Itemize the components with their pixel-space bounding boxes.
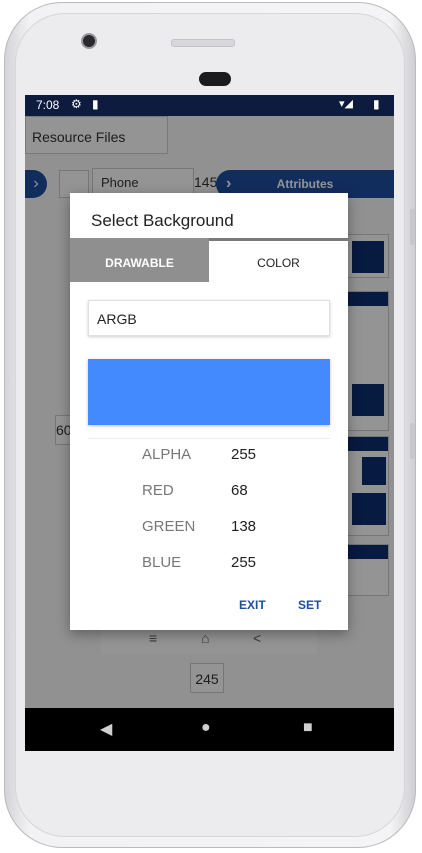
top-speaker xyxy=(171,39,235,47)
power-button[interactable] xyxy=(410,209,415,245)
status-time: 7:08 xyxy=(36,98,60,112)
volume-button[interactable] xyxy=(410,423,415,459)
green-label: GREEN xyxy=(142,518,196,535)
system-nav-bar: ◀ ● ■ xyxy=(25,708,394,751)
select-background-dialog: Select Background DRAWABLE COLOR ARGB AL… xyxy=(70,193,348,630)
screen: 7:08 ⚙ ▮ ▾◢ ▮ Resource Files › Phone 145… xyxy=(25,95,394,751)
dialog-title: Select Background xyxy=(91,211,234,230)
divider xyxy=(88,438,330,439)
tab-bar: DRAWABLE COLOR xyxy=(70,238,348,282)
alpha-value[interactable]: 255 xyxy=(231,446,256,463)
recents-icon[interactable]: ■ xyxy=(303,719,313,737)
earpiece xyxy=(199,72,231,86)
front-camera xyxy=(81,33,97,49)
settings-icon: ⚙ xyxy=(71,97,82,111)
blue-label: BLUE xyxy=(142,554,182,571)
format-dropdown[interactable]: ARGB xyxy=(88,300,330,336)
alpha-label: ALPHA xyxy=(142,446,192,463)
status-bar: 7:08 ⚙ ▮ ▾◢ ▮ xyxy=(25,95,394,116)
tab-color[interactable]: COLOR xyxy=(209,238,348,282)
green-value[interactable]: 138 xyxy=(231,518,256,535)
sd-card-icon: ▮ xyxy=(92,97,99,111)
blue-value[interactable]: 255 xyxy=(231,554,256,571)
home-icon[interactable]: ● xyxy=(201,719,211,737)
back-icon[interactable]: ◀ xyxy=(100,719,112,739)
wifi-signal-icon: ▾◢ xyxy=(339,98,353,110)
exit-button[interactable]: EXIT xyxy=(239,598,266,612)
color-preview-swatch xyxy=(88,359,330,425)
red-value[interactable]: 68 xyxy=(231,482,248,499)
tab-drawable[interactable]: DRAWABLE xyxy=(70,238,209,282)
red-label: RED xyxy=(142,482,174,499)
battery-icon: ▮ xyxy=(373,97,380,111)
set-button[interactable]: SET xyxy=(298,598,321,612)
